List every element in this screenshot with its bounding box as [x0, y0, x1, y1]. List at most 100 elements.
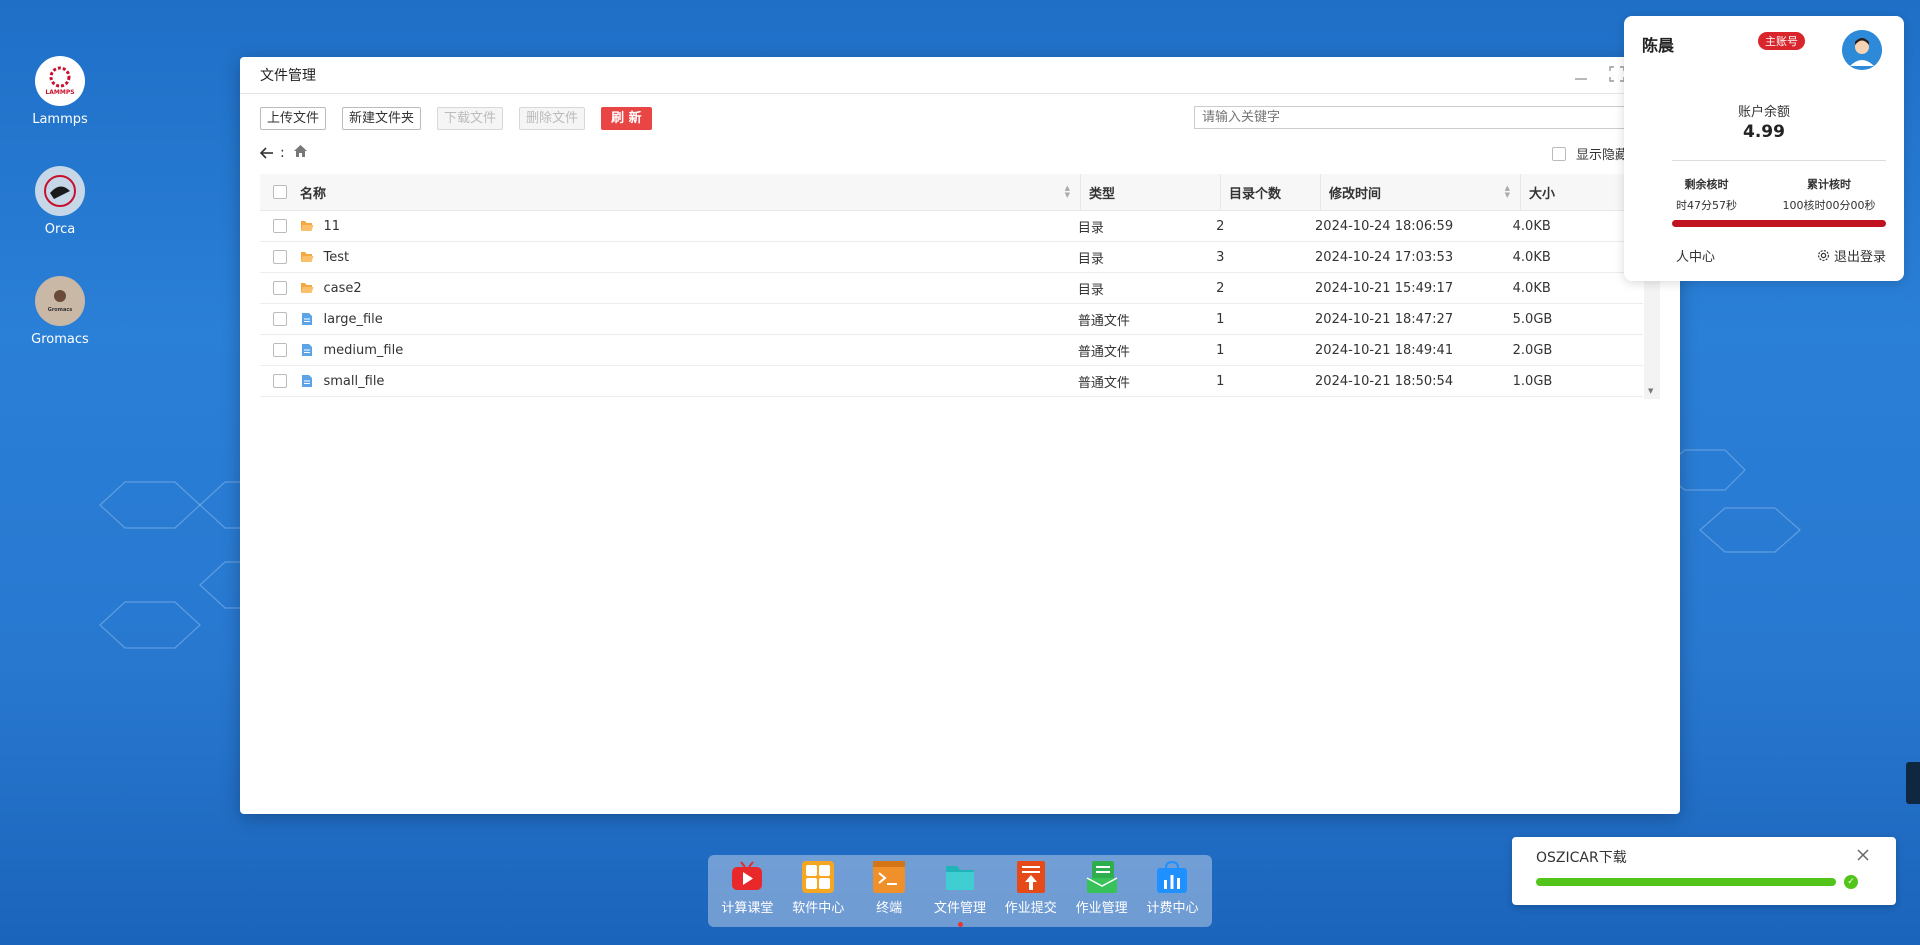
file-name[interactable]: small_file — [324, 374, 385, 389]
download-progress-bar — [1536, 878, 1836, 886]
divider — [1672, 160, 1886, 161]
modified-time: 2024-10-21 18:47:27 — [1315, 311, 1454, 327]
desktop-icon-orca[interactable]: Orca — [28, 166, 92, 237]
row-checkbox[interactable] — [272, 281, 287, 295]
side-drawer-handle[interactable] — [1906, 762, 1920, 804]
back-arrow-icon[interactable] — [259, 144, 274, 163]
header-mtime[interactable]: 修改时间 ▲ ▼ — [1320, 174, 1520, 210]
table-row[interactable]: large_file 普通文件 1 2024-10-21 18:47:27 5.0GB — [260, 304, 1643, 335]
new-folder-button[interactable]: 新建文件夹 — [342, 106, 422, 130]
row-checkbox[interactable] — [272, 343, 287, 357]
file-manager-window: 文件管理 上传文件 新建文件夹 下载文件 删除文件 刷 新 请输入关键字: 显… — [240, 57, 1680, 814]
modified-time: 2024-10-21 18:50:54 — [1315, 373, 1454, 389]
file-name[interactable]: 11 — [324, 219, 341, 234]
desktop-icon-label: Gromacs — [31, 332, 89, 347]
file-name[interactable]: case2 — [324, 281, 362, 296]
taskbar-item-job-submit[interactable]: 作业提交 — [997, 860, 1065, 916]
file-type: 普通文件 — [1077, 313, 1130, 329]
search-box — [1194, 106, 1660, 129]
desktop-icon-gromacs[interactable]: Gromacs Gromacs — [28, 276, 92, 347]
check-icon: ✓ — [1844, 875, 1858, 889]
path-separator: : — [280, 145, 285, 161]
table-row[interactable]: case2 目录 2 2024-10-21 15:49:17 4.0KB — [260, 273, 1643, 304]
file-type: 普通文件 — [1077, 344, 1130, 360]
taskbar-item-software[interactable]: 软件中心 — [784, 860, 852, 916]
logout-link[interactable]: 退出登录 — [1817, 246, 1886, 265]
refresh-button[interactable]: 刷 新 — [601, 106, 652, 130]
row-checkbox[interactable] — [272, 312, 287, 326]
desktop-icon-label: Lammps — [32, 112, 88, 127]
file-name[interactable]: medium_file — [324, 343, 404, 358]
file-name[interactable]: large_file — [324, 312, 383, 327]
minimize-icon[interactable] — [1572, 65, 1590, 83]
taskbar-item-job-manage[interactable]: 作业管理 — [1068, 860, 1136, 916]
scroll-down-icon[interactable]: ▼ — [1648, 387, 1653, 395]
balance-value: 4.99 — [1743, 122, 1785, 142]
row-checkbox[interactable] — [272, 374, 287, 388]
tv-play-icon — [730, 860, 764, 894]
account-type-badge: 主账号 — [1758, 32, 1805, 50]
file-size: 4.0KB — [1512, 280, 1551, 296]
modified-time: 2024-10-24 17:03:53 — [1315, 249, 1454, 265]
home-icon[interactable] — [293, 144, 308, 162]
header-name-label: 名称 — [300, 186, 327, 202]
file-type: 目录 — [1077, 251, 1104, 267]
dir-count: 1 — [1216, 311, 1225, 327]
row-checkbox[interactable] — [272, 219, 287, 233]
modified-time: 2024-10-21 18:49:41 — [1315, 342, 1454, 358]
download-file-button[interactable]: 下载文件 — [437, 106, 504, 130]
file-type: 目录 — [1077, 282, 1104, 298]
user-center-link[interactable]: 人中心 — [1676, 246, 1715, 265]
active-indicator — [957, 922, 963, 927]
header-name[interactable]: 名称 ▲ ▼ — [300, 174, 1080, 210]
file-icon — [300, 374, 314, 388]
file-icon — [300, 343, 314, 357]
table-row[interactable]: 11 目录 2 2024-10-24 18:06:59 4.0KB — [260, 211, 1643, 242]
table-row[interactable]: medium_file 普通文件 1 2024-10-21 18:49:41 2.0GB — [260, 335, 1643, 366]
avatar[interactable] — [1842, 30, 1882, 70]
table-row[interactable]: small_file 普通文件 1 2024-10-21 18:50:54 1.0GB — [260, 366, 1643, 397]
folder-icon — [300, 220, 314, 232]
taskbar-item-billing[interactable]: 计费中心 — [1138, 860, 1206, 916]
user-name: 陈晨 — [1642, 36, 1675, 55]
file-size: 2.0GB — [1512, 342, 1553, 358]
desktop-icon-lammps[interactable]: LAMMPS Lammps — [28, 56, 92, 127]
folder-icon — [943, 860, 977, 894]
window-titlebar[interactable]: 文件管理 — [240, 57, 1680, 94]
dir-count: 1 — [1216, 373, 1225, 389]
account-panel: 陈晨 主账号 账户余额 4.99 剩余核时 时47分57秒 累计核时 100核时… — [1624, 16, 1904, 281]
file-type: 目录 — [1077, 220, 1104, 236]
grid-apps-icon — [801, 860, 835, 894]
desktop-icon-label: Orca — [44, 222, 76, 237]
orca-logo-icon — [35, 166, 85, 216]
delete-file-button[interactable]: 删除文件 — [519, 106, 586, 130]
taskbar-item-course[interactable]: 计算课堂 — [713, 860, 781, 916]
chart-bag-icon — [1155, 860, 1189, 894]
gromacs-logo-icon: Gromacs — [35, 276, 85, 326]
close-icon[interactable] — [1856, 847, 1870, 866]
dir-count: 3 — [1216, 249, 1225, 265]
balance-label: 账户余额 — [1737, 105, 1790, 120]
show-hidden-checkbox[interactable] — [1551, 146, 1566, 161]
taskbar-item-terminal[interactable]: 终端 — [855, 860, 923, 916]
upload-file-button[interactable]: 上传文件 — [260, 106, 327, 130]
file-name[interactable]: Test — [324, 250, 350, 265]
lammps-logo-icon: LAMMPS — [35, 56, 85, 106]
header-count: 目录个数 — [1220, 174, 1320, 210]
breadcrumb: : 显示隐藏文件 — [259, 142, 1660, 164]
notification-title: OSZICAR下载 — [1536, 850, 1627, 866]
taskbar-item-file-manager[interactable]: 文件管理 — [926, 860, 994, 927]
search-input[interactable] — [1194, 106, 1630, 129]
sort-icon[interactable]: ▲▼ — [1065, 185, 1070, 199]
table-row[interactable]: Test 目录 3 2024-10-24 17:03:53 4.0KB — [260, 242, 1643, 273]
svg-text:Gromacs: Gromacs — [48, 307, 73, 313]
file-icon — [300, 312, 314, 326]
sort-icon[interactable]: ▲▼ — [1505, 185, 1510, 199]
table-header: 名称 ▲▼ 类型 目录个数 修改时间 ▲▼ 大小 ▲▼ — [260, 174, 1660, 211]
file-size: 4.0KB — [1512, 218, 1551, 234]
usage-bar — [1672, 220, 1886, 227]
remaining-hours: 剩余核时 时47分57秒 — [1676, 178, 1737, 212]
row-checkbox[interactable] — [272, 250, 287, 264]
select-all-checkbox[interactable] — [273, 185, 287, 199]
doc-list-icon — [1085, 860, 1119, 894]
